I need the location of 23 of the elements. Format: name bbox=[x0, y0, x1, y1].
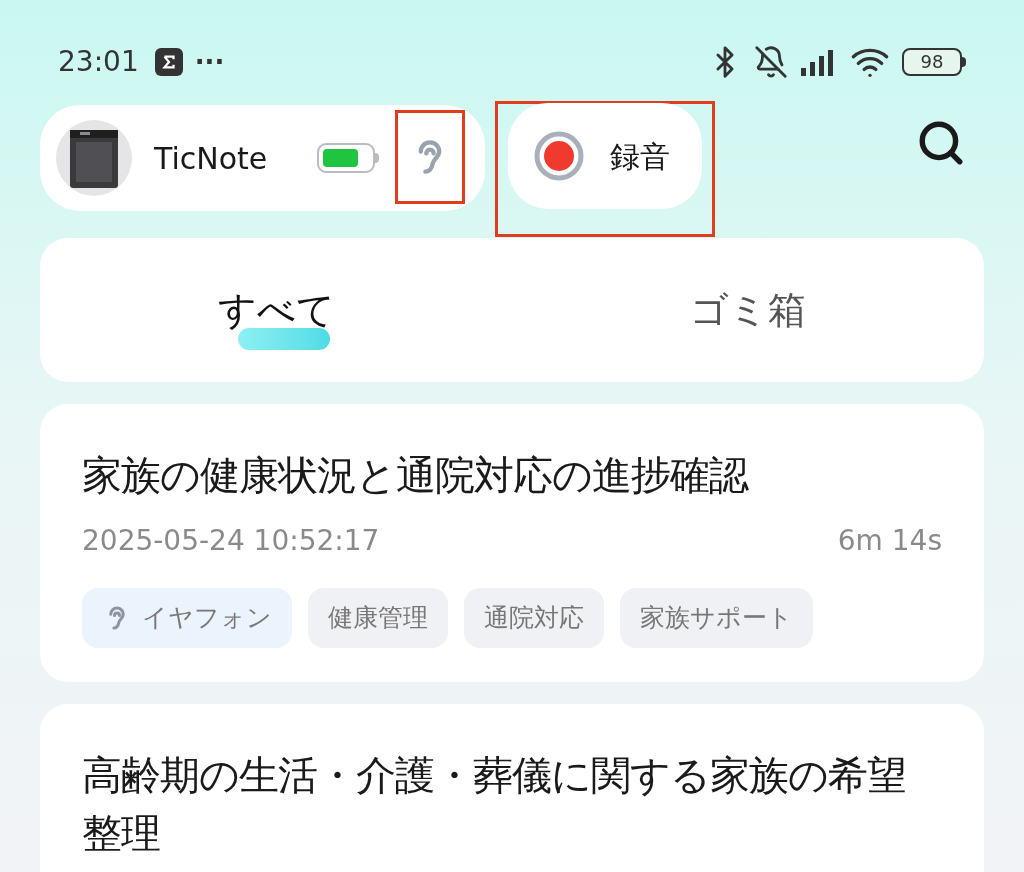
recording-card[interactable]: 家族の健康状況と通院対応の進捗確認 2025-05-24 10:52:17 6m 14s イヤフォン 健康管理 通院対応 家族サポート bbox=[40, 404, 984, 682]
status-time: 23:01 bbox=[58, 44, 139, 80]
recording-duration: 6m 14s bbox=[837, 523, 942, 559]
status-battery: 98 bbox=[902, 48, 966, 76]
tag: イヤフォン bbox=[82, 588, 292, 648]
tab[interactable]: ゴミ箱 bbox=[512, 238, 984, 382]
record-icon bbox=[534, 131, 584, 181]
device-name: TicNote bbox=[154, 139, 268, 178]
recording-datetime: 2025-05-24 10:52:17 bbox=[82, 523, 380, 559]
recording-title: 高齢期の生活・介護・葬儀に関する家族の希望整理 bbox=[82, 751, 907, 858]
device-card[interactable]: TicNote bbox=[40, 105, 485, 211]
tag: 通院対応 bbox=[464, 588, 604, 648]
more-notifications: ··· bbox=[194, 45, 225, 79]
earphone-highlight[interactable] bbox=[395, 110, 465, 204]
device-battery bbox=[317, 143, 379, 173]
tag: 家族サポート bbox=[620, 588, 813, 648]
tag: 健康管理 bbox=[308, 588, 448, 648]
recording-card[interactable]: 高齢期の生活・介護・葬儀に関する家族の希望整理 bbox=[40, 704, 984, 872]
tab[interactable]: すべて bbox=[40, 238, 512, 382]
muted-bell-icon bbox=[754, 45, 788, 79]
recording-title: 家族の健康状況と通院対応の進捗確認 bbox=[82, 451, 750, 500]
app-notification-icon bbox=[154, 48, 183, 76]
record-button[interactable]: 録音 bbox=[508, 103, 702, 209]
